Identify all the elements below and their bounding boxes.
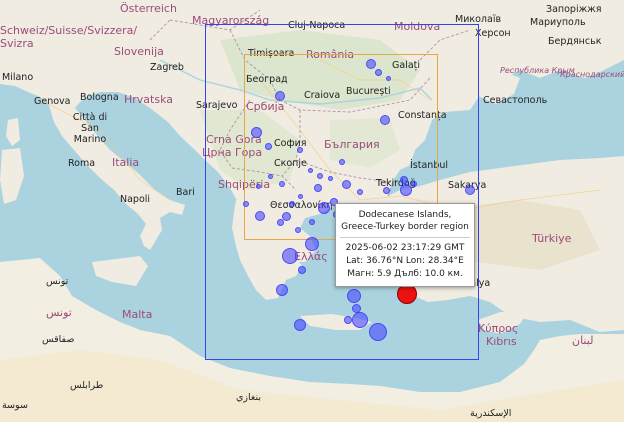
earthquake-marker[interactable] [255, 183, 261, 189]
earthquake-marker[interactable] [357, 189, 363, 195]
label-bologna: Bologna [80, 92, 119, 103]
earthquake-marker[interactable] [382, 186, 390, 194]
earthquake-marker[interactable] [400, 176, 408, 184]
label-kibris: Kıbrıs [486, 335, 517, 348]
earthquake-marker[interactable] [411, 181, 417, 187]
earthquake-marker[interactable] [295, 227, 301, 233]
label-sfax: صفاقس [42, 334, 75, 345]
earthquake-popup: Dodecanese Islands, Greece-Turkey border… [335, 203, 475, 287]
label-berdyansk: Бердянськ [548, 36, 602, 47]
label-beirut: لبنان [572, 334, 594, 347]
label-malta: Malta [122, 308, 153, 321]
earthquake-marker[interactable] [318, 202, 330, 214]
earthquake-marker[interactable] [298, 266, 306, 274]
popup-title: Dodecanese Islands, Greece-Turkey border… [341, 210, 469, 232]
earthquake-marker[interactable] [347, 289, 361, 303]
earthquake-marker[interactable] [255, 211, 265, 221]
earthquake-marker[interactable] [243, 201, 249, 207]
label-tunisia: تونس [46, 306, 72, 319]
earthquake-marker[interactable] [385, 75, 391, 81]
earthquake-marker[interactable] [314, 184, 322, 192]
label-zaporizh: Запоріжжя [546, 4, 602, 15]
earthquake-marker[interactable] [275, 91, 285, 101]
earthquake-marker[interactable] [276, 284, 288, 296]
popup-datetime: 2025-06-02 23:17:29 GMT [345, 243, 465, 253]
popup-location: Lat: 36.76°N Lon: 28.34°E [346, 256, 464, 266]
label-krasnodar: Краснодарский край [560, 70, 624, 79]
label-osterreich: Österreich [120, 2, 177, 15]
earthquake-marker[interactable] [327, 175, 333, 181]
earthquake-marker[interactable] [465, 185, 475, 195]
label-roma: Roma [68, 158, 96, 169]
label-napoli: Napoli [120, 194, 151, 205]
earthquake-marker[interactable] [380, 115, 390, 125]
earthquake-marker[interactable] [297, 193, 303, 199]
earthquake-marker[interactable] [294, 319, 306, 331]
earthquake-marker[interactable] [267, 173, 273, 179]
label-bari: Bari [176, 187, 195, 198]
label-kypros: Κύπρος [478, 322, 519, 335]
label-slovenija: Slovenija [114, 45, 164, 58]
earthquake-marker[interactable] [400, 184, 412, 196]
map-view[interactable]: Österreich Schweiz/Suisse/Svizzera/ Sviz… [0, 0, 624, 422]
label-sevastopol: Севастополь [483, 95, 548, 106]
earthquake-marker[interactable] [305, 237, 319, 251]
label-sanmarino: Città di San Marino [72, 112, 108, 145]
earthquake-marker[interactable] [309, 219, 315, 225]
earthquake-marker[interactable] [279, 181, 285, 187]
label-hrvatska: Hrvatska [124, 93, 174, 106]
label-svizra: Svizra [0, 37, 34, 50]
earthquake-marker[interactable] [282, 248, 298, 264]
label-tunis: تونس [46, 276, 69, 287]
label-kherson: Херсон [475, 28, 511, 39]
label-schweiz: Schweiz/Suisse/Svizzera/ [0, 24, 138, 37]
earthquake-marker[interactable] [369, 323, 387, 341]
label-zagreb: Zagreb [150, 62, 184, 73]
earthquake-marker[interactable] [374, 68, 382, 76]
selected-earthquake-marker[interactable] [397, 284, 417, 304]
label-sousse: سوسة [2, 400, 28, 411]
label-milano: Milano [2, 72, 34, 83]
label-benghazi: بنغازي [236, 392, 262, 403]
earthquake-marker[interactable] [264, 142, 272, 150]
popup-magnitude: Магн: 5.9 Дълб: 10.0 км. [347, 269, 463, 279]
earthquake-marker[interactable] [250, 126, 262, 138]
label-genova: Genova [34, 96, 71, 107]
earthquake-marker[interactable] [344, 316, 352, 324]
label-tripoli: طرابلس [70, 380, 104, 391]
label-mariupol: Мариуполь [530, 17, 586, 28]
earthquake-marker[interactable] [307, 167, 313, 173]
earthquake-marker[interactable] [289, 201, 295, 207]
earthquake-marker[interactable] [297, 147, 303, 153]
earthquake-marker[interactable] [317, 173, 323, 179]
label-alexandria: الإسكندرية [470, 408, 512, 419]
earthquake-marker[interactable] [276, 218, 284, 226]
earthquake-marker[interactable] [341, 179, 351, 189]
label-turkiye: Türkiye [532, 232, 572, 245]
earthquake-marker[interactable] [366, 59, 376, 69]
earthquake-marker[interactable] [339, 159, 345, 165]
label-italia: Italia [112, 156, 140, 169]
earthquake-marker[interactable] [352, 312, 368, 328]
popup-divider [340, 237, 470, 238]
